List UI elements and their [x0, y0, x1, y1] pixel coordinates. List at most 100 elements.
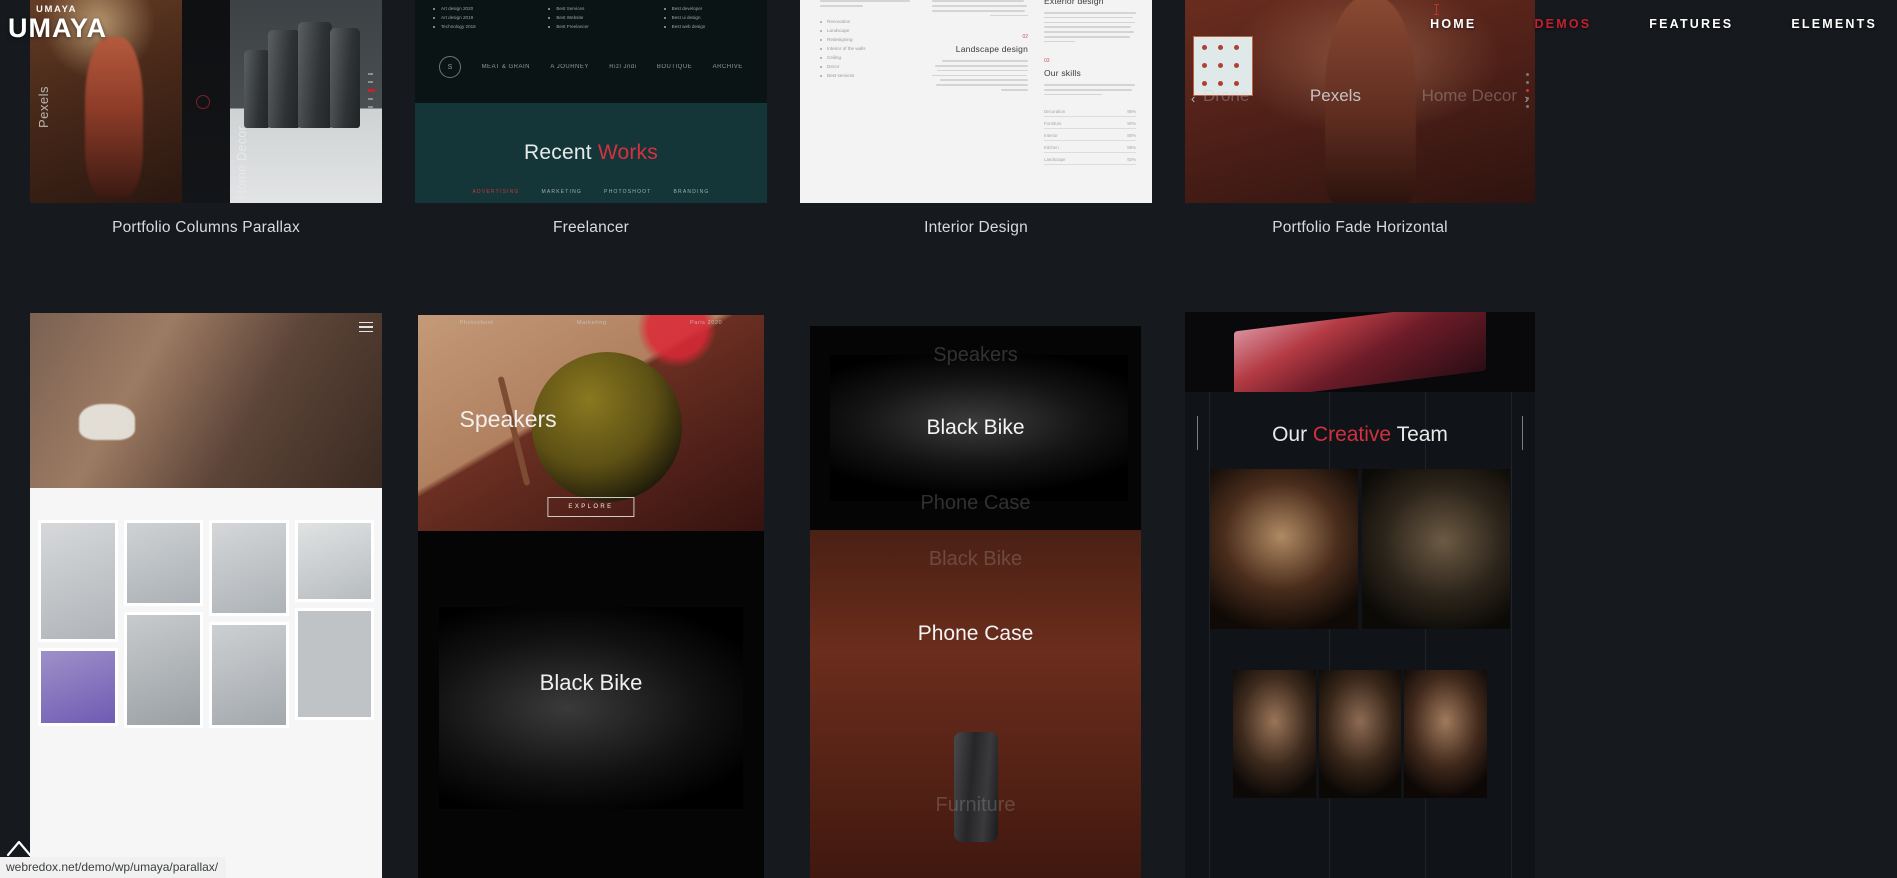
- browser-viewport: Pexels Home Decor Portfolio Columns Para…: [0, 0, 1897, 878]
- thumb-slide-title: Speakers: [459, 405, 557, 432]
- filter-item[interactable]: BRANDING: [674, 189, 710, 195]
- skill-value: 85%: [1127, 145, 1136, 151]
- nav-item-home[interactable]: HOME: [1430, 17, 1476, 31]
- client-logo-row: S MEAT & GRAIN A JOURNEY Rizl Jndi BOUTI…: [415, 56, 767, 78]
- demo-card-our-creative-team[interactable]: Our Creative Team: [1185, 312, 1535, 878]
- demo-thumbnail: Masonry Grid ⌄: [30, 313, 382, 878]
- nav-item-demos[interactable]: DEMOS: [1534, 17, 1591, 31]
- slide-meta-top: Photoshoot Marketing Paris 2020: [418, 320, 764, 326]
- demo-card-speakers[interactable]: Photoshoot Marketing Paris 2020 Speakers…: [418, 315, 764, 878]
- column-item: Best Services: [548, 6, 633, 11]
- skill-row: Kitchen 85%: [1044, 141, 1136, 154]
- demo-thumbnail: Speakers Black Bike Phone Case Black Bik…: [810, 326, 1141, 878]
- headline-part-1: Recent: [524, 141, 598, 164]
- slide-title-ghost: Furniture: [935, 794, 1016, 816]
- grid-line: [1329, 392, 1330, 878]
- paragraph-lines: [932, 0, 1028, 17]
- thumb-hero-image: [30, 313, 382, 488]
- paragraph-lines: [1044, 12, 1136, 43]
- team-member-photo: [1233, 670, 1316, 798]
- client-logo: MEAT & GRAIN: [481, 64, 531, 70]
- slider-dots: [1526, 72, 1529, 113]
- demo-card-interior-design[interactable]: Renovation Landscape Redesigning Interio…: [800, 0, 1152, 203]
- thumb-column-middle: 02 Landscape design: [932, 0, 1028, 94]
- logo-large-text: UMAYA: [8, 13, 108, 43]
- skill-row: Interior 80%: [1044, 129, 1136, 142]
- skill-row: Landscape 92%: [1044, 153, 1136, 166]
- client-logo: ARCHIVE: [712, 64, 743, 70]
- jar-shape: [298, 22, 332, 128]
- logo-small-text: UMAYA: [36, 4, 78, 15]
- thumb-column-left: Renovation Landscape Redesigning Interio…: [820, 0, 916, 82]
- demo-grid: Pexels Home Decor Portfolio Columns Para…: [0, 0, 1897, 878]
- chevron-up-icon: [6, 840, 32, 857]
- thumb-hero-image: [1185, 312, 1535, 402]
- demo-thumbnail: Renovation Landscape Redesigning Interio…: [800, 0, 1152, 203]
- nav-item-features[interactable]: FEATURES: [1649, 17, 1733, 31]
- chevron-left-icon[interactable]: ‹: [1191, 91, 1195, 106]
- thumb-upper-slide: Photoshoot Marketing Paris 2020 Speakers…: [418, 315, 764, 531]
- paragraph-lines: [820, 0, 916, 7]
- meta-item: Paris 2020: [689, 320, 723, 326]
- client-logo: Rizl Jndi: [609, 64, 637, 70]
- slide-title: Home Decor: [1421, 86, 1517, 105]
- column-item: Technology 2018: [433, 24, 518, 29]
- thumb-column: UX Design Awards Best developer Best ui …: [663, 0, 749, 33]
- demo-card-title: Portfolio Fade Horizontal: [1272, 219, 1448, 236]
- title-part-3: Team: [1391, 423, 1448, 446]
- hamburger-icon[interactable]: [359, 322, 373, 335]
- thumb-columns: Roles Art design 2020 Art design 2019 Te…: [433, 0, 749, 33]
- scroll-to-top-button[interactable]: [4, 836, 34, 858]
- team-row-lower: [1233, 670, 1488, 798]
- skill-value: 90%: [1127, 121, 1136, 127]
- bike-product-image: [438, 607, 744, 809]
- masonry-item: [294, 608, 374, 720]
- skill-name: Kitchen: [1044, 145, 1059, 151]
- site-logo[interactable]: UMAYA UMAYA: [8, 4, 107, 42]
- column-item: Best ui design: [663, 15, 749, 20]
- browser-status-bar: webredox.net/demo/wp/umaya/parallax/: [0, 857, 227, 878]
- slider-dots: [368, 72, 375, 114]
- team-row-upper: [1210, 469, 1510, 629]
- section-number: 03: [1044, 58, 1050, 65]
- thumb-upper-slide: Speakers Black Bike Phone Case: [810, 326, 1141, 530]
- feature-item: Interior of the walls: [820, 46, 916, 51]
- team-member-photo: [1318, 670, 1402, 798]
- grid-line: [1511, 392, 1512, 878]
- masonry-grid: [38, 520, 374, 732]
- section-number: 02: [1022, 34, 1028, 41]
- text-cursor-icon: [1434, 4, 1439, 15]
- filter-item[interactable]: ADVERTISING: [472, 189, 519, 195]
- explore-button[interactable]: EXPLORE: [547, 497, 635, 517]
- feature-item: Landscape: [820, 28, 916, 33]
- client-logo: A JOURNEY: [550, 64, 589, 70]
- masonry-item: [123, 612, 203, 728]
- nav-item-elements[interactable]: ELEMENTS: [1791, 17, 1877, 31]
- thumb-side-label-right: Home Decor: [235, 125, 249, 199]
- skill-name: Furniture: [1044, 121, 1062, 127]
- slide-title: Drone: [1203, 86, 1250, 105]
- column-item: Best web design: [663, 24, 749, 29]
- client-logo: S: [439, 56, 462, 78]
- thumb-lower-slide: Black Bike: [418, 531, 764, 878]
- thumb-column: Experience Best Services Best Website Be…: [548, 0, 633, 33]
- grid-line: [1209, 392, 1210, 878]
- skill-value: 92%: [1127, 157, 1136, 163]
- demo-card-black-bike[interactable]: Speakers Black Bike Phone Case Black Bik…: [810, 326, 1141, 878]
- jar-shape: [244, 50, 270, 128]
- feature-item: Renovation: [820, 19, 916, 24]
- demo-card-title: Freelancer: [552, 219, 630, 236]
- phone-product-image: [953, 731, 998, 842]
- skill-name: Decoration: [1044, 109, 1066, 115]
- slide-title-active: Pexels: [1309, 86, 1361, 105]
- demo-card-freelancer[interactable]: Roles Art design 2020 Art design 2019 Te…: [415, 0, 767, 203]
- demo-card-masonry-grid[interactable]: Masonry Grid ⌄: [30, 313, 382, 878]
- masonry-item: [294, 520, 374, 602]
- title-part-2: Creative: [1312, 423, 1392, 446]
- paragraph-lines: [932, 60, 1028, 91]
- team-member-photo: [1404, 670, 1488, 798]
- filter-item[interactable]: PHOTOSHOOT: [604, 189, 651, 195]
- filter-list: ADVERTISING MARKETING PHOTOSHOOT BRANDIN…: [415, 189, 767, 195]
- filter-item[interactable]: MARKETING: [542, 189, 583, 195]
- title-part-1: Our: [1272, 423, 1313, 446]
